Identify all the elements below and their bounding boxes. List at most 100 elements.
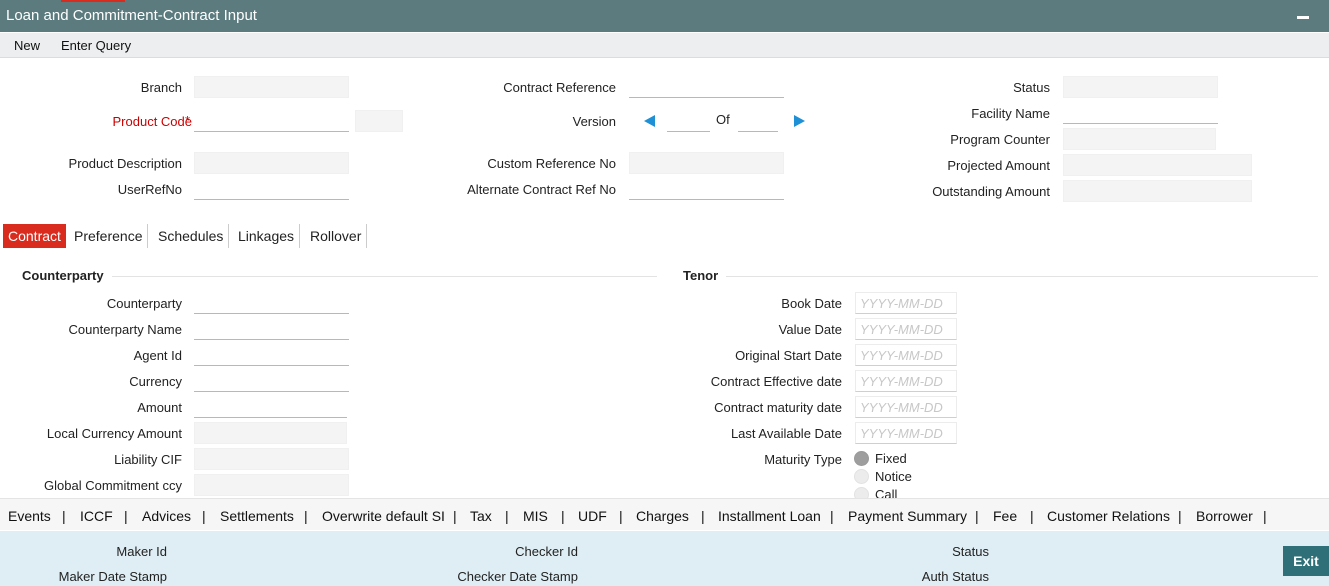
subsystem-separator: |: [619, 508, 623, 524]
custom-reference-label: Custom Reference No: [487, 156, 616, 171]
toolbar: New Enter Query: [0, 33, 1329, 58]
window-title: Loan and Commitment-Contract Input: [6, 7, 257, 24]
subsystem-events[interactable]: Events: [8, 508, 51, 524]
original-start-date-input[interactable]: [855, 344, 957, 366]
window-titlebar: Loan and Commitment-Contract Input: [0, 0, 1329, 32]
subsystem-advices[interactable]: Advices: [142, 508, 191, 524]
subsystem-customer-relations[interactable]: Customer Relations: [1047, 508, 1170, 524]
subsystem-overwrite-default-si[interactable]: Overwrite default SI: [322, 508, 445, 524]
custom-reference-field[interactable]: [629, 152, 784, 174]
subsystem-separator: |: [505, 508, 509, 524]
outstanding-amount-field[interactable]: [1063, 180, 1252, 202]
agent-id-label: Agent Id: [133, 348, 182, 363]
liability-cif-field[interactable]: [194, 448, 349, 470]
liability-cif-label: Liability CIF: [114, 452, 182, 467]
maturity-fixed-radio[interactable]: [854, 451, 869, 466]
contract-reference-input[interactable]: [629, 76, 784, 98]
local-currency-amount-field[interactable]: [194, 422, 347, 444]
maker-id-label: Maker Id: [116, 544, 167, 559]
checker-date-stamp-label: Checker Date Stamp: [457, 569, 578, 584]
subsystem-fee[interactable]: Fee: [993, 508, 1017, 524]
tab-preference[interactable]: Preference: [69, 224, 149, 248]
maturity-notice-radio[interactable]: [854, 469, 869, 484]
tenor-section-title: Tenor: [683, 268, 719, 283]
subsystem-payment-summary[interactable]: Payment Summary: [848, 508, 967, 524]
local-currency-amount-label: Local Currency Amount: [46, 426, 182, 441]
maker-date-stamp-label: Maker Date Stamp: [58, 569, 167, 584]
projected-amount-field[interactable]: [1063, 154, 1252, 176]
subsystem-borrower[interactable]: Borrower: [1196, 508, 1253, 524]
exit-button[interactable]: Exit: [1283, 546, 1329, 576]
branch-label: Branch: [140, 80, 182, 95]
enter-query-button[interactable]: Enter Query: [61, 38, 131, 53]
original-start-date-label: Original Start Date: [735, 348, 842, 363]
book-date-input[interactable]: [855, 292, 957, 314]
subsystem-separator: |: [202, 508, 206, 524]
user-ref-no-label: UserRefNo: [117, 182, 182, 197]
counterparty-input[interactable]: [194, 292, 349, 314]
subsystem-settlements[interactable]: Settlements: [220, 508, 294, 524]
tenor-divider: [726, 276, 1318, 277]
contract-maturity-date-input[interactable]: [855, 396, 957, 418]
counterparty-divider: [112, 276, 657, 277]
global-commitment-ccy-label: Global Commitment ccy: [44, 478, 182, 493]
amount-label: Amount: [137, 400, 182, 415]
minimize-icon[interactable]: [1297, 8, 1309, 22]
last-available-date-input[interactable]: [855, 422, 957, 444]
subsystem-separator: |: [124, 508, 128, 524]
counterparty-section-title: Counterparty: [22, 268, 104, 283]
of-label: Of: [716, 112, 730, 127]
subsystem-charges[interactable]: Charges: [636, 508, 689, 524]
version-input[interactable]: [667, 110, 710, 132]
previous-version-icon[interactable]: [644, 115, 655, 127]
subsystem-separator: |: [1030, 508, 1034, 524]
product-code-input[interactable]: [194, 110, 349, 132]
amount-input[interactable]: [194, 396, 347, 418]
currency-input[interactable]: [194, 370, 349, 392]
status-field[interactable]: [1063, 76, 1218, 98]
subsystem-installment-loan[interactable]: Installment Loan: [718, 508, 821, 524]
subsystem-iccf[interactable]: ICCF: [80, 508, 113, 524]
value-date-label: Value Date: [778, 322, 842, 337]
subsystem-separator: |: [1178, 508, 1182, 524]
auth-status-label: Auth Status: [921, 569, 989, 584]
subsystem-separator: |: [701, 508, 705, 524]
user-ref-no-input[interactable]: [194, 178, 349, 200]
agent-id-input[interactable]: [194, 344, 349, 366]
tab-schedules[interactable]: Schedules: [153, 224, 230, 248]
subsystem-separator: |: [453, 508, 457, 524]
subsystem-udf[interactable]: UDF: [578, 508, 607, 524]
product-description-field[interactable]: [194, 152, 349, 174]
last-available-date-label: Last Available Date: [730, 426, 842, 441]
counterparty-label: Counterparty: [106, 296, 182, 311]
subsystem-separator: |: [1263, 508, 1267, 524]
projected-amount-label: Projected Amount: [947, 158, 1050, 173]
subsystem-mis[interactable]: MIS: [523, 508, 548, 524]
facility-name-input[interactable]: [1063, 102, 1218, 124]
contract-effective-date-label: Contract Effective date: [710, 374, 842, 389]
branch-field[interactable]: [194, 76, 349, 98]
product-code-label: Product Code: [112, 114, 193, 129]
global-commitment-ccy-field[interactable]: [194, 474, 349, 496]
counterparty-name-label: Counterparty Name: [68, 322, 182, 337]
subsystem-separator: |: [62, 508, 66, 524]
tab-rollover[interactable]: Rollover: [305, 224, 368, 248]
new-button[interactable]: New: [14, 38, 40, 53]
version-label: Version: [572, 114, 616, 129]
subsystem-tax[interactable]: Tax: [470, 508, 492, 524]
alternate-contract-ref-input[interactable]: [629, 178, 784, 200]
tab-contract[interactable]: Contract: [3, 224, 66, 248]
product-code-aux-field[interactable]: [355, 110, 403, 132]
facility-name-label: Facility Name: [971, 106, 1050, 121]
program-counter-label: Program Counter: [950, 132, 1050, 147]
maturity-fixed-label: Fixed: [875, 451, 907, 466]
counterparty-name-input[interactable]: [194, 318, 349, 340]
subsystem-separator: |: [561, 508, 565, 524]
next-version-icon[interactable]: [794, 115, 805, 127]
program-counter-field[interactable]: [1063, 128, 1216, 150]
version-total-input[interactable]: [738, 110, 778, 132]
contract-effective-date-input[interactable]: [855, 370, 957, 392]
tab-linkages[interactable]: Linkages: [233, 224, 301, 248]
value-date-input[interactable]: [855, 318, 957, 340]
audit-status-label: Status: [952, 544, 989, 559]
